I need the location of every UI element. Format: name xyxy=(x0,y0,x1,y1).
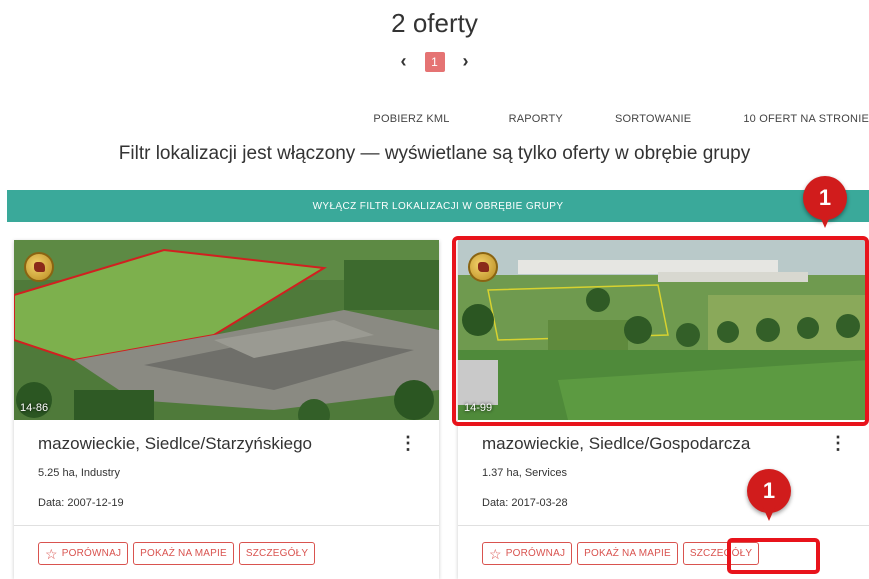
show-on-map-button[interactable]: POKAŻ NA MAPIE xyxy=(577,542,678,565)
aerial-photo-image xyxy=(14,240,439,420)
callout-number: 1 xyxy=(762,478,776,503)
pagination: ‹ 1 › xyxy=(0,51,869,72)
callout-pin-tail xyxy=(762,505,776,521)
callout-number: 1 xyxy=(818,185,832,210)
offer-title[interactable]: mazowieckie, Siedlce/Starzyńskiego xyxy=(38,434,312,454)
more-options-icon[interactable]: ⋮ xyxy=(829,433,847,454)
card-divider xyxy=(14,525,439,526)
results-count-title: 2 oferty xyxy=(391,8,478,38)
sorting-button[interactable]: SORTOWANIE xyxy=(615,113,691,125)
chevron-left-icon[interactable]: ‹ xyxy=(397,51,411,72)
disable-location-filter-button[interactable]: WYŁĄCZ FILTR LOKALIZACJI W OBRĘBIE GRUPY xyxy=(7,190,869,222)
compare-button[interactable]: ☆ PORÓWNAJ xyxy=(38,542,129,565)
offer-actions: ☆ PORÓWNAJ POKAŻ NA MAPIE SZCZEGÓŁY xyxy=(38,542,316,565)
compare-label: PORÓWNAJ xyxy=(505,548,566,559)
offer-area: 1.37 ha, Services xyxy=(482,467,567,479)
star-icon: ☆ xyxy=(45,545,58,562)
certificate-badge-icon xyxy=(24,252,54,282)
compare-button[interactable]: ☆ PORÓWNAJ xyxy=(482,542,573,565)
location-filter-message: Filtr lokalizacji jest włączony — wyświe… xyxy=(118,143,751,164)
compare-label: PORÓWNAJ xyxy=(61,548,122,559)
highlight-frame-photo xyxy=(452,236,869,426)
page-button-current[interactable]: 1 xyxy=(424,51,445,72)
star-icon: ☆ xyxy=(489,545,502,562)
offer-date: Data: 2017-03-28 xyxy=(482,497,568,509)
callout-marker: 1 xyxy=(803,176,847,228)
more-options-icon[interactable]: ⋮ xyxy=(399,433,417,454)
reports-button[interactable]: RAPORTY xyxy=(509,113,563,125)
offer-area: 5.25 ha, Industry xyxy=(38,467,120,479)
per-page-button[interactable]: 10 OFERT NA STRONIE xyxy=(743,113,869,125)
offer-date: Data: 2007-12-19 xyxy=(38,497,124,509)
offer-image-id: 14-86 xyxy=(20,402,49,414)
highlight-frame-details xyxy=(727,538,820,574)
show-on-map-button[interactable]: POKAŻ NA MAPIE xyxy=(133,542,234,565)
details-button[interactable]: SZCZEGÓŁY xyxy=(238,542,316,565)
callout-marker: 1 xyxy=(747,469,791,521)
listing-toolbar: POBIERZ KML RAPORTY SORTOWANIE 10 OFERT … xyxy=(373,113,869,125)
offer-title[interactable]: mazowieckie, Siedlce/Gospodarcza xyxy=(482,434,750,454)
card-divider xyxy=(458,525,869,526)
download-kml-button[interactable]: POBIERZ KML xyxy=(373,113,449,125)
offer-photo[interactable]: 14-86 xyxy=(14,240,439,420)
callout-pin-tail xyxy=(818,212,832,228)
chevron-right-icon[interactable]: › xyxy=(459,51,473,72)
offer-card: 14-86 mazowieckie, Siedlce/Starzyńskiego… xyxy=(14,240,439,579)
offer-actions: ☆ PORÓWNAJ POKAŻ NA MAPIE SZCZEGÓŁY xyxy=(482,542,760,565)
